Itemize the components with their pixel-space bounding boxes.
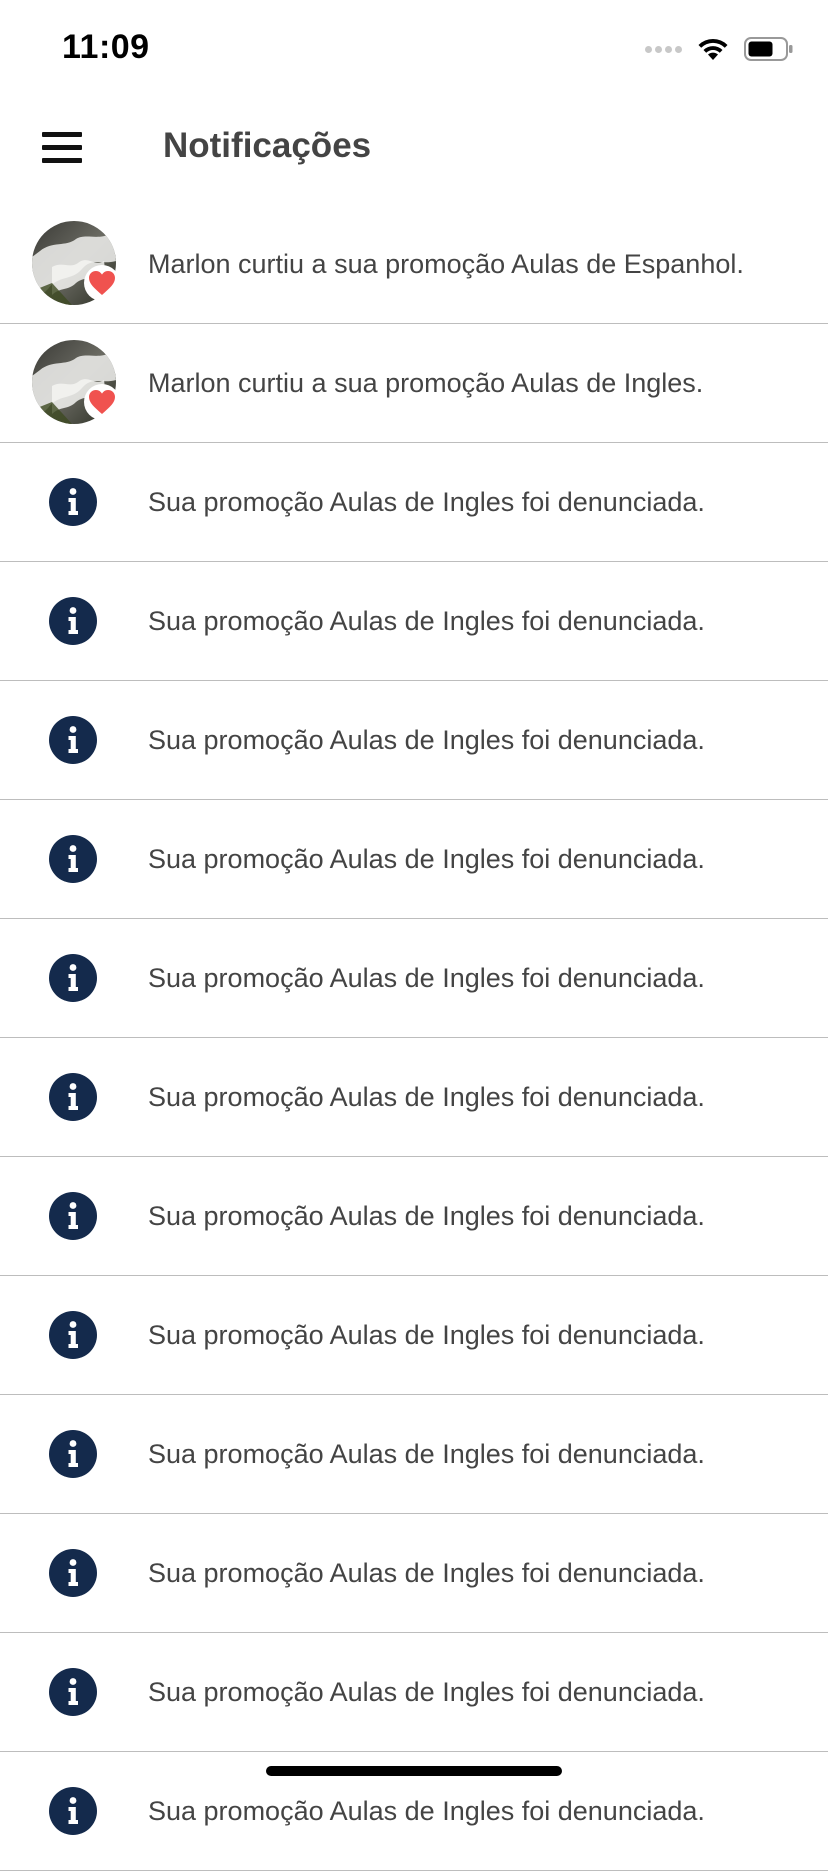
- notification-item-info[interactable]: Sua promoção Aulas de Ingles foi denunci…: [0, 1514, 828, 1633]
- notification-text: Marlon curtiu a sua promoção Aulas de Es…: [148, 249, 744, 279]
- notification-item-info[interactable]: Sua promoção Aulas de Ingles foi denunci…: [0, 1038, 828, 1157]
- notification-item-info[interactable]: Sua promoção Aulas de Ingles foi denunci…: [0, 1633, 828, 1752]
- info-circle-icon: [49, 1787, 97, 1835]
- info-circle-icon: [49, 1668, 97, 1716]
- signal-icon: [645, 45, 682, 53]
- notification-item-info[interactable]: Sua promoção Aulas de Ingles foi denunci…: [0, 800, 828, 919]
- like-badge: [84, 384, 120, 420]
- notification-list: Marlon curtiu a sua promoção Aulas de Es…: [0, 205, 828, 1871]
- wifi-icon: [698, 38, 728, 60]
- info-circle-icon: [49, 835, 97, 883]
- notification-item-info[interactable]: Sua promoção Aulas de Ingles foi denunci…: [0, 562, 828, 681]
- notification-text: Sua promoção Aulas de Ingles foi denunci…: [148, 487, 705, 517]
- like-badge: [84, 265, 120, 301]
- notification-item-info[interactable]: Sua promoção Aulas de Ingles foi denunci…: [0, 1395, 828, 1514]
- info-circle-icon: [49, 597, 97, 645]
- info-circle-icon: [49, 716, 97, 764]
- notification-text: Sua promoção Aulas de Ingles foi denunci…: [148, 1201, 705, 1231]
- info-circle-icon: [49, 1192, 97, 1240]
- notification-text: Marlon curtiu a sua promoção Aulas de In…: [148, 368, 704, 398]
- notification-item-like[interactable]: Marlon curtiu a sua promoção Aulas de Es…: [0, 205, 828, 324]
- battery-icon: [744, 37, 793, 61]
- hamburger-menu-icon[interactable]: [38, 128, 86, 168]
- notification-item-info[interactable]: Sua promoção Aulas de Ingles foi denunci…: [0, 1157, 828, 1276]
- notification-item-info[interactable]: Sua promoção Aulas de Ingles foi denunci…: [0, 1276, 828, 1395]
- app-header: Notificações: [0, 100, 828, 205]
- notification-text: Sua promoção Aulas de Ingles foi denunci…: [148, 1439, 705, 1469]
- page-title: Notificações: [163, 126, 372, 165]
- status-time: 11:09: [62, 28, 150, 66]
- info-circle-icon: [49, 954, 97, 1002]
- notification-item-info[interactable]: Sua promoção Aulas de Ingles foi denunci…: [0, 443, 828, 562]
- notification-text: Sua promoção Aulas de Ingles foi denunci…: [148, 844, 705, 874]
- notification-text: Sua promoção Aulas de Ingles foi denunci…: [148, 1677, 705, 1707]
- notification-text: Sua promoção Aulas de Ingles foi denunci…: [148, 963, 705, 993]
- heart-icon: [89, 271, 115, 295]
- info-circle-icon: [49, 1311, 97, 1359]
- info-circle-icon: [49, 1073, 97, 1121]
- notification-text: Sua promoção Aulas de Ingles foi denunci…: [148, 725, 705, 755]
- home-indicator: [266, 1766, 562, 1776]
- status-bar: 11:09: [0, 0, 828, 100]
- info-circle-icon: [49, 1430, 97, 1478]
- user-avatar: [32, 221, 120, 305]
- heart-icon: [89, 390, 115, 414]
- notification-text: Sua promoção Aulas de Ingles foi denunci…: [148, 1320, 705, 1350]
- notification-text: Sua promoção Aulas de Ingles foi denunci…: [148, 1558, 705, 1588]
- status-icons: [645, 36, 794, 62]
- notification-text: Sua promoção Aulas de Ingles foi denunci…: [148, 1082, 705, 1112]
- notification-item-info[interactable]: Sua promoção Aulas de Ingles foi denunci…: [0, 681, 828, 800]
- notification-item-like[interactable]: Marlon curtiu a sua promoção Aulas de In…: [0, 324, 828, 443]
- info-circle-icon: [49, 478, 97, 526]
- info-circle-icon: [49, 1549, 97, 1597]
- user-avatar: [32, 340, 120, 424]
- notification-text: Sua promoção Aulas de Ingles foi denunci…: [148, 606, 705, 636]
- notification-item-info[interactable]: Sua promoção Aulas de Ingles foi denunci…: [0, 919, 828, 1038]
